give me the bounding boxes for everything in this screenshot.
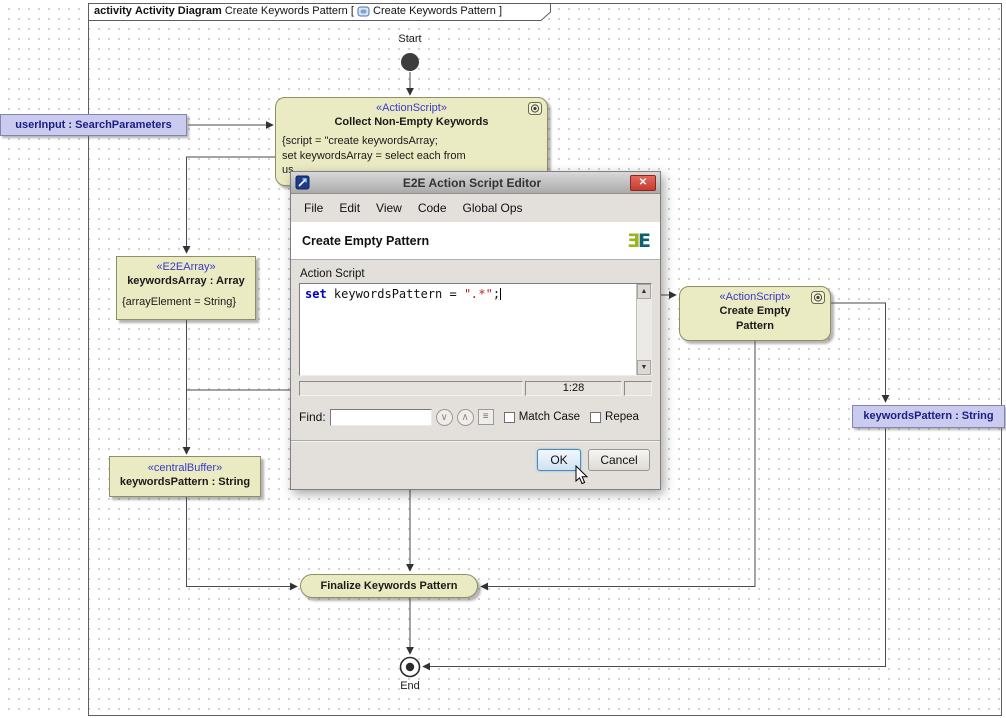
createempty-title-line2: Pattern [680, 319, 830, 334]
behavior-badge-icon [528, 102, 542, 118]
dialog-titlebar[interactable]: E2E Action Script Editor ✕ [291, 172, 660, 194]
app-icon [295, 175, 310, 190]
diagram-canvas: activity Activity Diagram Create Keyword… [0, 0, 1006, 718]
start-label: Start [385, 33, 435, 45]
frame-kind: activity [94, 5, 132, 17]
scrollbar-track[interactable] [637, 299, 651, 360]
activity-diagram-icon [357, 6, 370, 17]
edge-centralbuffer-to-finalize[interactable] [187, 497, 298, 587]
dialog-header-title: Create Empty Pattern [302, 234, 627, 248]
status-spacer [624, 381, 652, 396]
centralbuffer-title: keywordsPattern : String [110, 475, 260, 490]
menu-item-global-ops[interactable]: Global Ops [455, 198, 531, 218]
keywordspattern-store-label: keywordsPattern : String [863, 410, 993, 422]
text-caret [500, 288, 501, 300]
node-finalize-keywords-pattern[interactable]: Finalize Keywords Pattern [300, 574, 478, 598]
end-label: End [385, 680, 435, 692]
action-script-editor-area[interactable]: set keywordsPattern = ".*"; ▲ ▼ [299, 283, 652, 376]
find-bar: Find: ∨ ∧ ≡ Match Case Repea [299, 406, 660, 428]
node-userinput-label: userInput : SearchParameters [15, 119, 172, 131]
mouse-cursor [575, 465, 589, 491]
edge-collect-to-keywordsarray[interactable] [187, 157, 276, 253]
node-keywordsarray[interactable]: «E2EArray» keywordsArray : Array {arrayE… [116, 256, 256, 320]
dialog-buttons: OK Cancel [291, 442, 660, 471]
createempty-title-line1: Create Empty [680, 304, 830, 319]
node-keywordspattern-store[interactable]: keywordsPattern : String [852, 405, 1005, 428]
keywordsarray-constraint: {arrayElement = String} [117, 289, 255, 308]
find-next-icon[interactable]: ∨ [436, 409, 453, 426]
action-script-editor-dialog: E2E Action Script Editor ✕ File Edit Vie… [290, 171, 661, 490]
repeat-checkbox[interactable]: Repea [590, 411, 639, 423]
dialog-title: E2E Action Script Editor [314, 176, 630, 190]
final-node-core [406, 663, 414, 671]
editor-status-row: 1:28 [299, 381, 652, 396]
cancel-button[interactable]: Cancel [588, 449, 650, 471]
node-userinput[interactable]: userInput : SearchParameters [0, 114, 187, 136]
scroll-down-icon[interactable]: ▼ [637, 360, 651, 375]
frame-diagram-type: Activity Diagram [135, 5, 222, 17]
frame-header: activity Activity Diagram Create Keyword… [94, 5, 502, 17]
close-button[interactable]: ✕ [630, 175, 656, 191]
node-centralbuffer[interactable]: «centralBuffer» keywordsPattern : String [109, 456, 261, 497]
action-script-label: Action Script [300, 268, 660, 280]
menu-item-file[interactable]: File [296, 198, 331, 218]
collect-stereotype: «ActionScript» [276, 101, 547, 115]
node-create-empty-pattern[interactable]: «ActionScript» Create Empty Pattern [679, 286, 831, 341]
scroll-up-icon[interactable]: ▲ [637, 284, 651, 299]
menu-item-code[interactable]: Code [410, 198, 455, 218]
frame-ref-name: Create Keywords Pattern [373, 5, 496, 17]
menu-item-view[interactable]: View [368, 198, 410, 218]
dialog-menubar: File Edit View Code Global Ops [291, 194, 660, 222]
e2e-logo-icon: ƎE [627, 230, 649, 252]
vertical-scrollbar[interactable]: ▲ ▼ [636, 284, 651, 375]
dialog-header: Create Empty Pattern ƎE [291, 222, 660, 260]
menu-item-edit[interactable]: Edit [331, 198, 368, 218]
checkbox-box[interactable] [590, 412, 601, 423]
checkbox-box[interactable] [504, 412, 515, 423]
find-previous-icon[interactable]: ∧ [457, 409, 474, 426]
behavior-badge-icon [811, 291, 825, 307]
repeat-label: Repea [605, 411, 639, 423]
keywordsarray-stereotype: «E2EArray» [117, 260, 255, 274]
collect-title: Collect Non-Empty Keywords [276, 115, 547, 130]
frame-bracket-close: ] [499, 5, 502, 17]
match-case-label: Match Case [519, 411, 580, 423]
match-case-checkbox[interactable]: Match Case [504, 411, 580, 423]
edge-createempty-to-keywordspattern[interactable] [831, 303, 886, 402]
highlight-all-icon[interactable]: ≡ [478, 409, 494, 425]
horizontal-scrollbar[interactable] [299, 381, 523, 396]
find-label: Find: [299, 410, 326, 424]
keywordsarray-title: keywordsArray : Array [117, 274, 255, 289]
cursor-position-indicator: 1:28 [525, 381, 622, 396]
frame-diagram-name: Create Keywords Pattern [225, 5, 348, 17]
initial-node[interactable] [401, 53, 419, 71]
createempty-stereotype: «ActionScript» [680, 290, 830, 304]
find-input[interactable] [330, 409, 432, 426]
finalize-title: Finalize Keywords Pattern [321, 580, 458, 592]
centralbuffer-stereotype: «centralBuffer» [110, 461, 260, 475]
code-line: set keywordsPattern = ".*"; [300, 284, 651, 304]
